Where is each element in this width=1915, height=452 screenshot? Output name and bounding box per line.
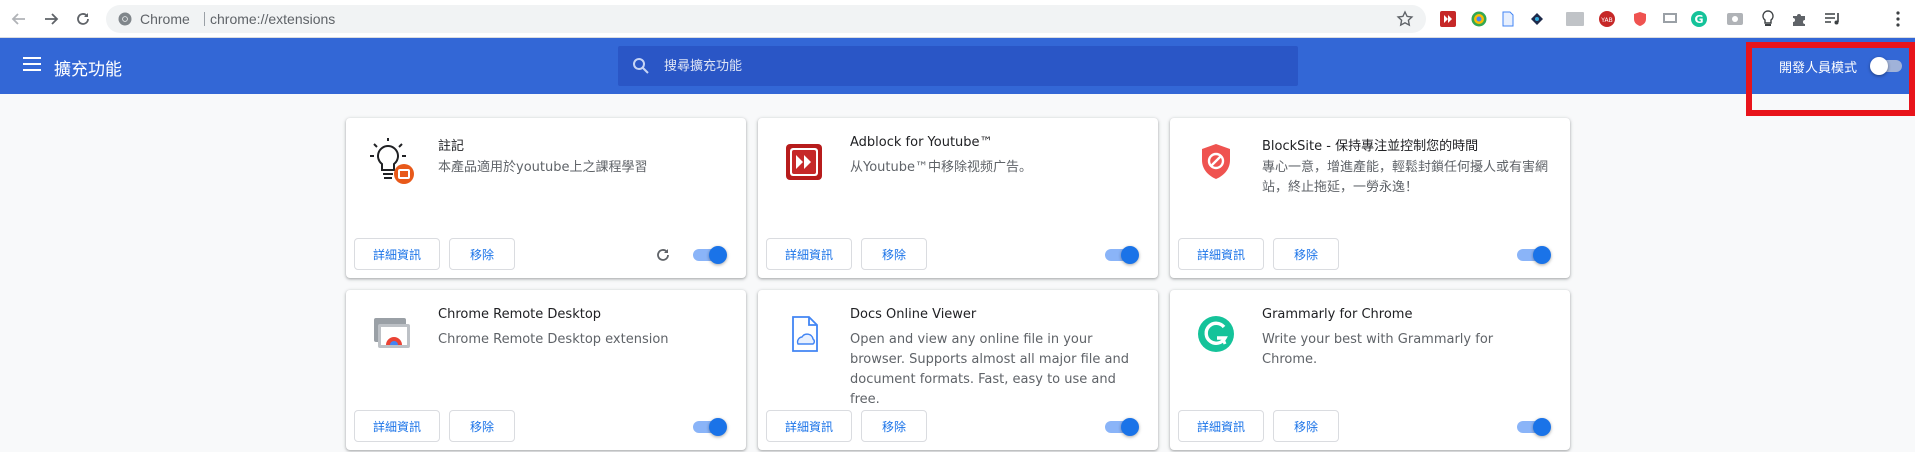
forward-button[interactable] xyxy=(40,8,62,30)
grammarly-icon xyxy=(1192,310,1240,358)
details-button[interactable]: 詳細資訊 xyxy=(766,238,852,270)
remove-button[interactable]: 移除 xyxy=(1273,410,1339,442)
extension-card: BlockSite - 保持專注並控制您的時間 專心一意，增進產能，輕鬆封鎖任何… xyxy=(1170,118,1570,278)
remove-button[interactable]: 移除 xyxy=(449,238,515,270)
search-input[interactable] xyxy=(664,54,1264,78)
gray-extension-icon[interactable] xyxy=(1566,10,1584,28)
more-menu-icon[interactable] xyxy=(1894,10,1902,28)
extension-enable-toggle[interactable] xyxy=(1517,418,1551,436)
back-arrow-icon xyxy=(11,13,25,25)
yab-icon[interactable]: YAB xyxy=(1598,10,1616,28)
extension-enable-toggle[interactable] xyxy=(693,246,727,264)
extension-card: Grammarly for Chrome Write your best wit… xyxy=(1170,290,1570,450)
reload-extension-icon[interactable] xyxy=(654,246,672,264)
details-button[interactable]: 詳細資訊 xyxy=(354,238,440,270)
docs-viewer-icon[interactable] xyxy=(1499,10,1517,28)
chrome-logo-icon xyxy=(118,12,132,26)
remote-desktop-icon[interactable] xyxy=(1661,10,1679,28)
extension-description: 本產品適用於youtube上之課程學習 xyxy=(438,160,648,175)
remove-button[interactable]: 移除 xyxy=(449,410,515,442)
extension-card: Adblock for Youtube™ 从Youtube™中移除视频广告。 詳… xyxy=(758,118,1158,278)
extension-description: Write your best with Grammarly for Chrom… xyxy=(1262,332,1494,367)
annotation-highlight-box xyxy=(1746,42,1915,116)
extension-description: 專心一意，增進產能，輕鬆封鎖任何擾人或有害網站，終止拖延，一勞永逸！ xyxy=(1262,160,1549,195)
main-menu-icon[interactable] xyxy=(23,57,41,71)
extension-enable-toggle[interactable] xyxy=(1105,418,1139,436)
extension-name: 註記 xyxy=(438,139,465,154)
extension-card: 註記 本產品適用於youtube上之課程學習 詳細資訊 移除 xyxy=(346,118,746,278)
lightbulb-icon xyxy=(368,138,416,186)
details-button[interactable]: 詳細資訊 xyxy=(1178,410,1264,442)
omnibox-site-label: Chrome xyxy=(140,11,190,27)
search-box[interactable] xyxy=(618,46,1298,86)
search-icon xyxy=(633,58,649,74)
reload-button[interactable] xyxy=(72,8,94,30)
extension-card: Chrome Remote Desktop Chrome Remote Desk… xyxy=(346,290,746,450)
remove-button[interactable]: 移除 xyxy=(861,238,927,270)
details-button[interactable]: 詳細資訊 xyxy=(354,410,440,442)
remove-button[interactable]: 移除 xyxy=(861,410,927,442)
omnibox-separator xyxy=(204,12,205,26)
extension-description: 从Youtube™中移除视频广告。 xyxy=(850,160,1032,175)
ink-bottle-icon[interactable] xyxy=(1528,10,1546,28)
bookmark-star-icon[interactable] xyxy=(1396,10,1414,28)
speed-dial-icon[interactable] xyxy=(1470,10,1488,28)
media-control-icon[interactable] xyxy=(1824,10,1842,28)
extension-card: Docs Online Viewer Open and view any onl… xyxy=(758,290,1158,450)
svg-text:YAB: YAB xyxy=(1600,17,1612,24)
details-button[interactable]: 詳細資訊 xyxy=(1178,238,1264,270)
extension-name: Docs Online Viewer xyxy=(850,307,977,322)
svg-text:G: G xyxy=(1694,13,1703,26)
details-button[interactable]: 詳細資訊 xyxy=(766,410,852,442)
extension-enable-toggle[interactable] xyxy=(693,418,727,436)
reload-icon xyxy=(77,13,89,25)
adblock-youtube-icon xyxy=(780,138,828,186)
extension-name: Grammarly for Chrome xyxy=(1262,307,1413,322)
extension-name: Chrome Remote Desktop xyxy=(438,307,602,322)
remote-desktop-icon xyxy=(368,310,416,358)
remove-button[interactable]: 移除 xyxy=(1273,238,1339,270)
omnibox-url: chrome://extensions xyxy=(210,11,336,27)
extension-enable-toggle[interactable] xyxy=(1105,246,1139,264)
blocksite-icon[interactable] xyxy=(1631,10,1649,28)
back-button[interactable] xyxy=(8,8,30,30)
forward-arrow-icon xyxy=(45,13,59,25)
lightbulb-icon[interactable] xyxy=(1759,10,1777,28)
adblock-youtube-icon[interactable] xyxy=(1439,10,1457,28)
extension-description: Open and view any online file in your br… xyxy=(850,332,1129,407)
extensions-header: 擴充功能 開發人員模式 xyxy=(0,38,1915,94)
browser-toolbar: Chrome chrome://extensions YAB G xyxy=(0,0,1915,38)
page-title: 擴充功能 xyxy=(54,60,122,80)
extension-description: Chrome Remote Desktop extension xyxy=(438,332,669,347)
video-icon[interactable] xyxy=(1726,10,1744,28)
extension-name: Adblock for Youtube™ xyxy=(850,135,993,150)
grammarly-icon[interactable]: G xyxy=(1690,10,1708,28)
extension-enable-toggle[interactable] xyxy=(1517,246,1551,264)
docs-viewer-icon xyxy=(780,310,828,358)
blocksite-shield-icon xyxy=(1192,138,1240,186)
extension-name: BlockSite - 保持專注並控制您的時間 xyxy=(1262,139,1479,154)
omnibox[interactable]: Chrome chrome://extensions xyxy=(106,5,1426,33)
puzzle-icon[interactable] xyxy=(1790,10,1808,28)
